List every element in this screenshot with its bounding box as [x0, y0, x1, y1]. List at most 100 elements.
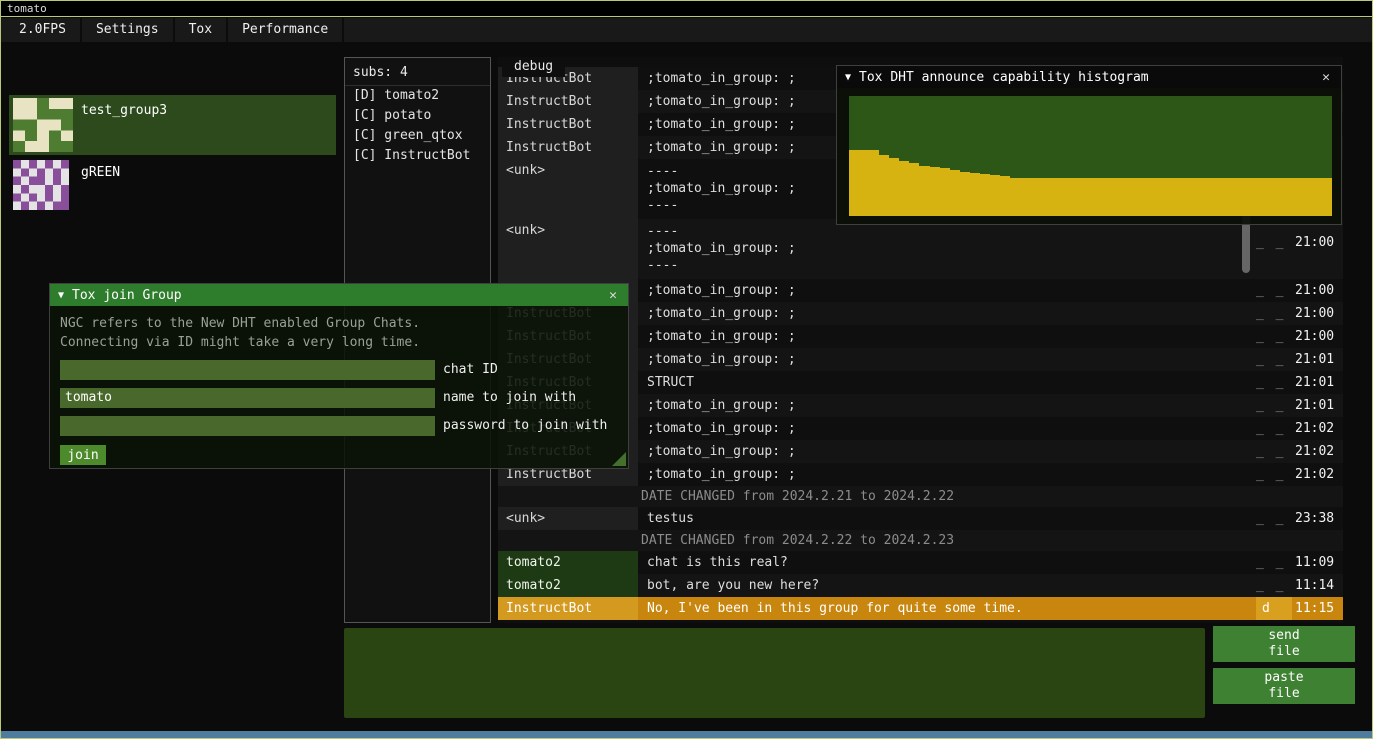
message-time: 11:14: [1295, 578, 1341, 593]
histogram-bin: [1191, 178, 1201, 216]
message-author: InstructBot: [498, 113, 638, 136]
member-item[interactable]: [D] tomato2: [345, 86, 490, 106]
histogram-bin: [869, 150, 879, 216]
join-name-input[interactable]: [60, 388, 435, 408]
collapse-arrow-icon[interactable]: ▼: [845, 72, 851, 83]
histogram-bin: [1252, 178, 1262, 216]
message-text: ;tomato_in_group: ;: [641, 325, 1239, 348]
menubar: 2.0FPSSettingsToxPerformance: [1, 18, 1372, 42]
message-text: ;tomato_in_group: ;: [641, 417, 1239, 440]
system-message-row[interactable]: DATE CHANGED from 2024.2.21 to 2024.2.22: [498, 486, 1343, 507]
app-window: tomato 2.0FPSSettingsToxPerformance test…: [0, 0, 1373, 739]
message-author: tomato2: [498, 574, 638, 597]
message-time: 21:01: [1295, 398, 1341, 413]
join-info-line-2: Connecting via ID might take a very long…: [60, 333, 618, 352]
members-count: subs: 4: [345, 58, 490, 86]
histogram-bin: [1101, 178, 1111, 216]
message-time: 21:02: [1295, 421, 1341, 436]
chat-message-row[interactable]: tomato2bot, are you new here?_ _11:14: [498, 574, 1343, 597]
histogram-bin: [1221, 178, 1231, 216]
member-item[interactable]: [C] potato: [345, 106, 490, 126]
message-flags: _ _: [1256, 375, 1292, 390]
bottom-border-strip: [1, 731, 1372, 738]
group-avatar: [13, 160, 69, 210]
message-time: 21:01: [1295, 375, 1341, 390]
chat-message-row[interactable]: InstructBotNo, I've been in this group f…: [498, 597, 1343, 620]
histogram-bin: [940, 168, 950, 216]
histogram-bin: [1131, 178, 1141, 216]
histogram-bin: [1070, 178, 1080, 216]
join-window-titlebar[interactable]: ▼ Tox join Group ✕: [50, 284, 628, 306]
histogram-bin: [990, 175, 1000, 216]
histogram-bin: [970, 173, 980, 216]
message-flags: _ _: [1256, 467, 1292, 482]
group-item-test_group3[interactable]: test_group3: [9, 95, 336, 155]
send-file-button[interactable]: send file: [1213, 626, 1355, 662]
message-text: ;tomato_in_group: ;: [641, 279, 1239, 302]
histogram-bin: [1272, 178, 1282, 216]
histogram-bin: [859, 150, 869, 216]
histogram-bin: [1141, 178, 1151, 216]
histogram-bin: [899, 161, 909, 216]
histogram-bin: [1000, 176, 1010, 216]
histogram-bin: [1151, 178, 1161, 216]
histogram-bin: [889, 158, 899, 216]
menu-item-settings[interactable]: Settings: [82, 18, 175, 42]
tab-debug[interactable]: debug: [502, 57, 565, 77]
group-name: gREEN: [81, 165, 120, 180]
member-item[interactable]: [C] InstructBot: [345, 146, 490, 166]
chat-message-row[interactable]: <unk>---- ;tomato_in_group: ; ----_ _21:…: [498, 219, 1343, 279]
message-author: <unk>: [498, 159, 638, 219]
histogram-bin: [1020, 178, 1030, 216]
histogram-bin: [1161, 178, 1171, 216]
chat-message-row[interactable]: <unk>testus_ _23:38: [498, 507, 1343, 530]
message-time: 21:02: [1295, 467, 1341, 482]
join-button[interactable]: join: [60, 445, 106, 465]
message-flags: _ _: [1256, 555, 1292, 570]
close-icon[interactable]: ✕: [604, 288, 622, 303]
message-text: ;tomato_in_group: ;: [641, 302, 1239, 325]
histogram-window-titlebar[interactable]: ▼ Tox DHT announce capability histogram …: [837, 66, 1341, 88]
histogram-bin: [879, 155, 889, 216]
join-password-input[interactable]: [60, 416, 435, 436]
histogram-bin: [1241, 178, 1251, 216]
system-message-row[interactable]: DATE CHANGED from 2024.2.22 to 2024.2.23: [498, 530, 1343, 551]
histogram-bin: [1231, 178, 1241, 216]
group-name: test_group3: [81, 103, 167, 118]
system-message-text: DATE CHANGED from 2024.2.21 to 2024.2.22: [641, 489, 954, 504]
group-item-gREEN[interactable]: gREEN: [9, 157, 336, 213]
resize-grip[interactable]: [612, 452, 626, 466]
member-item[interactable]: [C] green_qtox: [345, 126, 490, 146]
chat-message-row[interactable]: tomato2chat is this real?_ _11:09: [498, 551, 1343, 574]
message-flags: _ _: [1256, 283, 1292, 298]
menu-item-performance[interactable]: Performance: [228, 18, 344, 42]
fps-counter: 2.0FPS: [5, 18, 82, 42]
chat-id-input[interactable]: [60, 360, 435, 380]
message-flags: _ _: [1256, 421, 1292, 436]
join-info-line-1: NGC refers to the New DHT enabled Group …: [60, 314, 618, 333]
histogram-bin: [1030, 178, 1040, 216]
message-flags: _ _: [1256, 444, 1292, 459]
message-input[interactable]: [344, 628, 1205, 718]
collapse-arrow-icon[interactable]: ▼: [58, 290, 64, 301]
message-time: 21:00: [1295, 329, 1341, 344]
message-text: STRUCT: [641, 371, 1239, 394]
histogram-bin: [1060, 178, 1070, 216]
titlebar: tomato: [1, 1, 1372, 17]
message-text: No, I've been in this group for quite so…: [641, 597, 1239, 620]
close-icon[interactable]: ✕: [1317, 70, 1335, 85]
message-text: ;tomato_in_group: ;: [641, 394, 1239, 417]
paste-file-button[interactable]: paste file: [1213, 668, 1355, 704]
histogram-bin: [1080, 178, 1090, 216]
histogram-bin: [960, 172, 970, 216]
message-flags: _ _: [1256, 306, 1292, 321]
histogram-bin: [1181, 178, 1191, 216]
message-author: InstructBot: [498, 90, 638, 113]
message-text: ;tomato_in_group: ;: [641, 348, 1239, 371]
message-text: ---- ;tomato_in_group: ; ----: [641, 219, 1239, 278]
histogram-chart: [849, 96, 1332, 216]
join-password-label: password to join with: [443, 418, 607, 433]
message-time: 21:02: [1295, 444, 1341, 459]
message-text: ;tomato_in_group: ;: [641, 463, 1239, 486]
menu-item-tox[interactable]: Tox: [175, 18, 228, 42]
